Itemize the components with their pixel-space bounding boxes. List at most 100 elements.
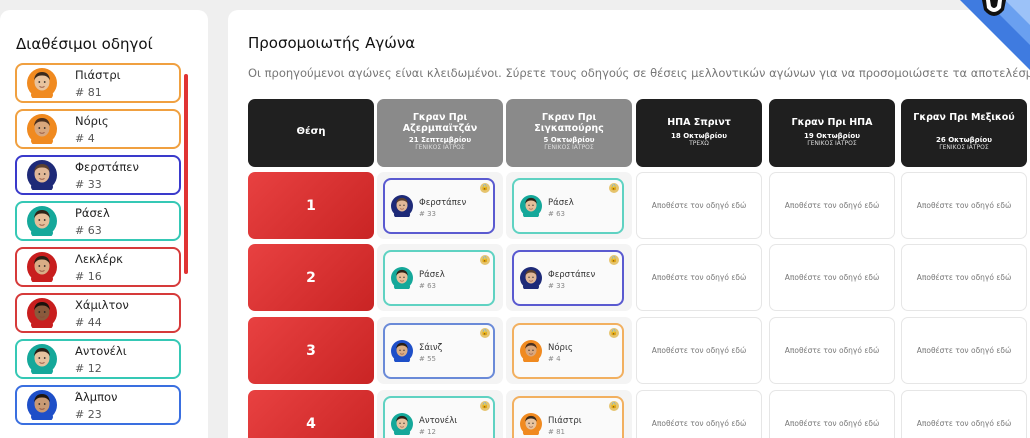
drop-zone[interactable]: Αποθέστε τον οδηγό εδώ (636, 244, 762, 311)
driver-name: Νόρις (75, 114, 109, 128)
position-cell: 4 (248, 390, 374, 438)
drop-zone-label: Αποθέστε τον οδηγό εδώ (651, 273, 747, 282)
driver-number: # 55 (419, 355, 436, 363)
locked-result-slot: Πιάστρι # 81 🔒 (506, 390, 632, 438)
placed-driver-card: Φερστάπεν # 33 🔒 (383, 178, 495, 234)
race-title: Γκραν Πρι Αζερμπαϊτζάν (402, 112, 478, 134)
drop-zone[interactable]: Αποθέστε τον οδηγό εδώ (769, 317, 895, 384)
lock-icon: 🔒 (609, 328, 619, 338)
drop-zone[interactable]: Αποθέστε τον οδηγό εδώ (636, 172, 762, 239)
driver-name: Ράσελ (419, 270, 445, 280)
placed-driver-card: Νόρις # 4 🔒 (512, 323, 624, 379)
driver-number: # 63 (419, 282, 436, 290)
drop-zone[interactable]: Αποθέστε τον οδηγό εδώ (636, 390, 762, 438)
drop-zone-label: Αποθέστε τον οδηγό εδώ (784, 201, 880, 210)
driver-card[interactable]: Φερστάπεν # 33 (15, 155, 181, 195)
driver-avatar (27, 114, 57, 144)
lock-icon: 🔒 (480, 328, 490, 338)
drop-zone-label: Αποθέστε τον οδηγό εδώ (916, 201, 1012, 210)
driver-name: Πιάστρι (548, 416, 582, 426)
corner-logo-icon (960, 0, 1030, 70)
locked-result-slot: Σάινζ # 55 🔒 (377, 317, 503, 384)
race-type: ΓΕΝΙΚΟΣ ΙΑΤΡΟΣ (415, 144, 465, 151)
driver-card[interactable]: Πιάστρι # 81 (15, 63, 181, 103)
driver-number: # 16 (75, 270, 102, 283)
driver-name: Άλμπον (75, 390, 118, 404)
scrollbar[interactable] (184, 74, 188, 274)
race-title: Γκραν Πρι Σιγκαπούρης (534, 112, 604, 134)
race-type: ΓΕΝΙΚΟΣ ΙΑΤΡΟΣ (939, 144, 989, 151)
position-cell: 3 (248, 317, 374, 384)
race-type: ΓΕΝΙΚΟΣ ΙΑΤΡΟΣ (544, 144, 594, 151)
available-drivers-panel: Διαθέσιμοι οδηγοί Πιάστρι # 81 Νόρις # 4 Φερ… (0, 10, 208, 438)
race-column-header: Γκραν Πρι ΗΠΑ 19 Οκτωβρίου ΓΕΝΙΚΟΣ ΙΑΤΡΟΣ (769, 99, 895, 167)
driver-avatar (520, 340, 542, 362)
drop-zone[interactable]: Αποθέστε τον οδηγό εδώ (636, 317, 762, 384)
driver-avatar (391, 267, 413, 289)
race-title: Γκραν Πρι ΗΠΑ (791, 117, 873, 128)
locked-result-slot: Αντονέλι # 12 🔒 (377, 390, 503, 438)
driver-name: Φερστάπεν (419, 198, 467, 208)
driver-number: # 4 (548, 355, 561, 363)
race-date: 5 Οκτωβρίου (543, 136, 595, 144)
page-title: Προσομοιωτής Αγώνα (248, 34, 416, 52)
driver-card[interactable]: Αντονέλι # 12 (15, 339, 181, 379)
driver-name: Φερστάπεν (75, 160, 139, 174)
driver-number: # 33 (419, 210, 436, 218)
driver-card[interactable]: Άλμπον # 23 (15, 385, 181, 425)
driver-avatar (520, 195, 542, 217)
race-column-header: ΗΠΑ Σπριντ 18 Οκτωβρίου ΤΡΕΧΩ (636, 99, 762, 167)
driver-avatar (27, 252, 57, 282)
drop-zone-label: Αποθέστε τον οδηγό εδώ (916, 346, 1012, 355)
driver-number: # 81 (548, 428, 565, 436)
driver-name: Νόρις (548, 343, 573, 353)
driver-avatar (520, 413, 542, 435)
position-header-label: Θέση (296, 126, 326, 137)
driver-number: # 12 (75, 362, 102, 375)
race-type: ΓΕΝΙΚΟΣ ΙΑΤΡΟΣ (807, 140, 857, 147)
driver-name: Αντονέλι (75, 344, 127, 358)
driver-name: Σάινζ (419, 343, 443, 353)
driver-card[interactable]: Λεκλέρκ # 16 (15, 247, 181, 287)
race-column-header: Γκραν Πρι Μεξικού 26 Οκτωβρίου ΓΕΝΙΚΟΣ ΙΑΤ… (901, 99, 1027, 167)
driver-number: # 33 (548, 282, 565, 290)
drop-zone-label: Αποθέστε τον οδηγό εδώ (916, 419, 1012, 428)
driver-number: # 63 (548, 210, 565, 218)
driver-avatar (520, 267, 542, 289)
driver-name: Χάμιλτον (75, 298, 129, 312)
race-column-header: Γκραν Πρι Σιγκαπούρης 5 Οκτωβρίου ΓΕΝΙΚΟΣ … (506, 99, 632, 167)
driver-card[interactable]: Ράσελ # 63 (15, 201, 181, 241)
lock-icon: 🔒 (480, 401, 490, 411)
driver-avatar (27, 344, 57, 374)
drop-zone[interactable]: Αποθέστε τον οδηγό εδώ (901, 244, 1027, 311)
drop-zone-label: Αποθέστε τον οδηγό εδώ (916, 273, 1012, 282)
lock-icon: 🔒 (480, 255, 490, 265)
locked-result-slot: Φερστάπεν # 33 🔒 (506, 244, 632, 311)
driver-number: # 44 (75, 316, 102, 329)
driver-number: # 33 (75, 178, 102, 191)
driver-name: Λεκλέρκ (75, 252, 123, 266)
driver-name: Φερστάπεν (548, 270, 596, 280)
lock-icon: 🔒 (609, 401, 619, 411)
drop-zone-label: Αποθέστε τον οδηγό εδώ (784, 346, 880, 355)
driver-name: Πιάστρι (75, 68, 121, 82)
position-cell: 2 (248, 244, 374, 311)
driver-number: # 63 (75, 224, 102, 237)
lock-icon: 🔒 (609, 183, 619, 193)
drop-zone[interactable]: Αποθέστε τον οδηγό εδώ (901, 390, 1027, 438)
drop-zone[interactable]: Αποθέστε τον οδηγό εδώ (901, 172, 1027, 239)
drop-zone[interactable]: Αποθέστε τον οδηγό εδώ (769, 390, 895, 438)
sidebar-title: Διαθέσιμοι οδηγοί (16, 35, 153, 53)
lock-icon: 🔒 (609, 255, 619, 265)
driver-avatar (27, 206, 57, 236)
driver-avatar (27, 160, 57, 190)
position-cell: 1 (248, 172, 374, 239)
driver-card[interactable]: Νόρις # 4 (15, 109, 181, 149)
driver-card[interactable]: Χάμιλτον # 44 (15, 293, 181, 333)
lock-icon: 🔒 (480, 183, 490, 193)
drop-zone[interactable]: Αποθέστε τον οδηγό εδώ (901, 317, 1027, 384)
drop-zone[interactable]: Αποθέστε τον οδηγό εδώ (769, 244, 895, 311)
driver-list: Πιάστρι # 81 Νόρις # 4 Φερστάπεν # 33 Ράσελ # 6… (15, 63, 181, 431)
drop-zone[interactable]: Αποθέστε τον οδηγό εδώ (769, 172, 895, 239)
race-title: ΗΠΑ Σπριντ (667, 117, 731, 128)
